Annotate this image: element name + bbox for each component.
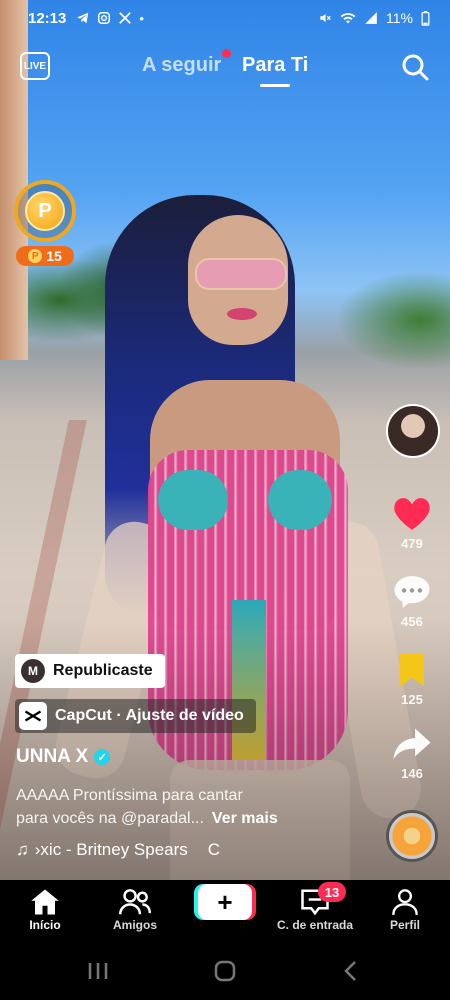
video-subject-outfit-detail xyxy=(158,470,228,530)
username-text: UNNA X xyxy=(16,746,89,767)
verified-icon: ✓ xyxy=(94,749,111,765)
notification-dot xyxy=(222,49,231,58)
description-line: AAAAA Prontíssima para cantar xyxy=(16,787,243,804)
creator-username[interactable]: UNNA X ✓ xyxy=(16,746,111,768)
coin-icon: P xyxy=(25,191,65,231)
nav-inbox[interactable]: C. de entrada xyxy=(270,886,360,932)
instagram-icon xyxy=(98,12,111,24)
nav-label: Perfil xyxy=(389,918,420,932)
nav-profile[interactable]: Perfil xyxy=(360,886,450,932)
home-circle-icon xyxy=(214,960,236,982)
inbox-badge: 13 xyxy=(318,882,346,902)
coin-badge-value: 15 xyxy=(46,248,62,264)
video-subject-lips xyxy=(227,308,257,320)
nav-label: Amigos xyxy=(112,918,157,932)
music-title-extra: C xyxy=(207,840,221,859)
like-button[interactable]: 479 xyxy=(384,494,440,551)
repost-badge[interactable]: M Republicaste xyxy=(15,654,165,688)
like-count: 479 xyxy=(401,536,423,551)
create-button[interactable]: + xyxy=(198,884,252,920)
dot-icon: • xyxy=(139,10,144,26)
favorite-count: 125 xyxy=(401,692,423,707)
status-bar: 12:13 • 11% xyxy=(0,0,450,36)
share-count: 146 xyxy=(401,766,423,781)
friends-icon xyxy=(119,889,151,915)
status-time: 12:13 xyxy=(28,9,67,27)
live-label: LIVE xyxy=(23,60,47,72)
points-icon: P xyxy=(28,249,43,263)
music-note-icon: ♫ xyxy=(16,840,29,859)
heart-icon xyxy=(394,498,430,530)
recents-icon xyxy=(88,963,108,979)
notification-icons: • xyxy=(76,11,144,26)
tab-following[interactable]: A seguir xyxy=(142,54,221,77)
share-button[interactable]: 146 xyxy=(384,724,440,781)
x-icon xyxy=(119,12,132,24)
coin-badge: P 15 xyxy=(16,246,74,266)
comment-icon xyxy=(394,576,430,608)
battery-percent: 11% xyxy=(386,10,413,26)
nav-label: Início xyxy=(29,918,61,932)
post-description[interactable]: AAAAA Prontíssima para cantar para vocês… xyxy=(16,784,356,830)
capcut-label: CapCut · Ajuste de vídeo xyxy=(55,707,244,724)
search-icon[interactable] xyxy=(400,52,430,82)
tab-for-you[interactable]: Para Ti xyxy=(242,54,308,77)
nav-friends[interactable]: Amigos xyxy=(90,886,180,932)
video-subject-sunglasses xyxy=(195,258,287,290)
repost-avatar: M xyxy=(21,659,45,683)
music-track[interactable]: ♫ ›xic - Britney Spears C xyxy=(16,840,220,860)
bookmark-icon xyxy=(400,653,424,687)
share-icon xyxy=(393,728,431,760)
coin-reward-widget[interactable]: P xyxy=(14,180,76,242)
favorite-button[interactable]: 125 xyxy=(384,650,440,707)
plus-icon: + xyxy=(217,886,233,917)
active-tab-indicator xyxy=(260,84,290,87)
capcut-anchor[interactable]: CapCut · Ajuste de vídeo xyxy=(15,699,256,733)
telegram-icon xyxy=(77,12,89,24)
signal-icon xyxy=(365,12,377,24)
comment-button[interactable]: 456 xyxy=(384,572,440,629)
video-subject-outfit-detail xyxy=(268,470,332,530)
mute-icon xyxy=(320,13,331,23)
system-navigation-bar xyxy=(0,944,450,1000)
home-icon xyxy=(31,889,59,915)
coin-symbol: P xyxy=(38,199,52,222)
battery-icon xyxy=(421,10,430,26)
live-button[interactable]: LIVE xyxy=(20,52,50,80)
capcut-icon xyxy=(19,702,47,730)
music-title: ›xic - Britney Spears xyxy=(34,840,188,859)
recents-button[interactable] xyxy=(73,956,123,986)
wifi-icon xyxy=(340,13,356,24)
description-line: para vocês na @paradal... xyxy=(16,810,204,827)
home-button[interactable] xyxy=(200,956,250,986)
back-button[interactable] xyxy=(326,956,376,986)
system-icons: 11% xyxy=(318,10,430,26)
see-more-link[interactable]: Ver mais xyxy=(212,810,278,827)
creator-avatar[interactable] xyxy=(386,404,440,458)
comment-count: 456 xyxy=(401,614,423,629)
back-icon xyxy=(344,961,356,981)
nav-label: C. de entrada xyxy=(276,918,354,932)
music-disc[interactable] xyxy=(386,810,438,862)
top-navigation: LIVE A seguir Para Ti xyxy=(0,48,450,88)
nav-home[interactable]: Início xyxy=(0,886,90,932)
repost-label: Republicaste xyxy=(53,662,153,679)
profile-icon xyxy=(392,889,418,915)
